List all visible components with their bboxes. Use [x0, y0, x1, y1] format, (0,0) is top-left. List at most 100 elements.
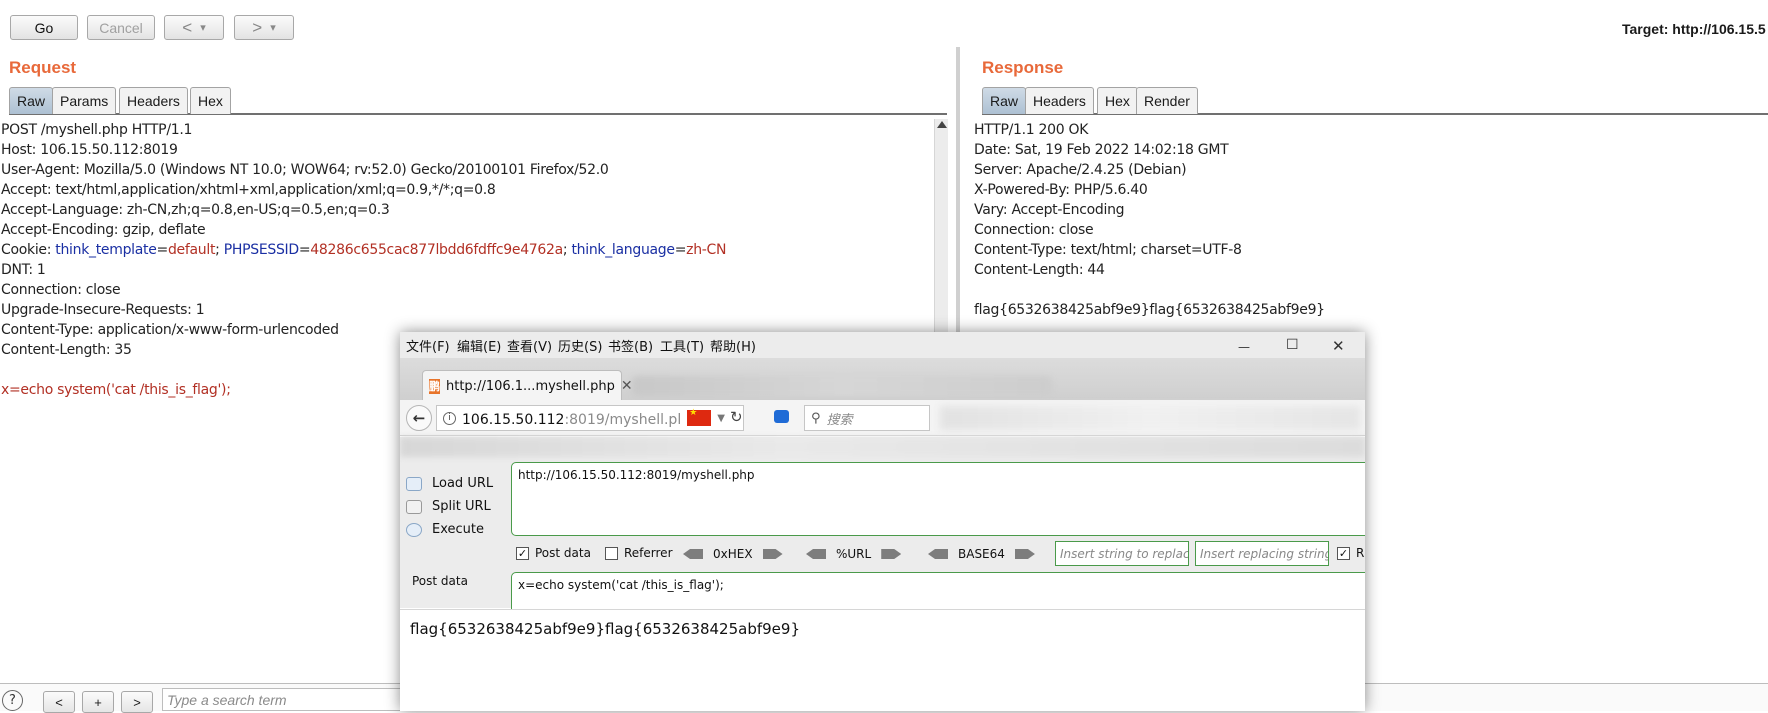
request-line: POST /myshell.php HTTP/1.1 [1, 122, 193, 138]
tab-title: http://106.1...myshell.php [446, 378, 615, 394]
execute-button[interactable]: Execute [406, 522, 484, 537]
response-tab-hex[interactable]: Hex [1097, 87, 1138, 114]
load-url-button[interactable]: Load URL [406, 476, 493, 491]
cookie-eq: = [156, 242, 169, 258]
url-textarea[interactable]: http://106.15.50.112:8019/myshell.php [511, 462, 1365, 536]
cookie-prefix: Cookie: [1, 242, 56, 258]
replace-all-check-box[interactable]: ✓ [1337, 546, 1350, 560]
tab-close-icon[interactable]: ✕ [621, 378, 633, 394]
load-url-icon [406, 476, 422, 491]
cookie-eq: = [298, 242, 311, 258]
search-prev-button[interactable]: < [43, 691, 75, 713]
reload-icon[interactable]: ↻ [730, 408, 743, 426]
scroll-up-icon[interactable] [937, 121, 947, 128]
response-line: Vary: Accept-Encoding [974, 202, 1125, 218]
replace-all-checkbox-label: R [1356, 546, 1365, 560]
menu-file[interactable]: 文件(F) [406, 336, 450, 355]
split-url-button[interactable]: Split URL [406, 499, 491, 514]
dropdown-arrow-icon: ▾ [270, 22, 276, 34]
menu-history[interactable]: 历史(S) [558, 336, 602, 355]
post-data-checkbox[interactable]: ✓ Post data [516, 546, 591, 560]
cancel-button[interactable]: Cancel [87, 15, 155, 40]
replacing-string-input[interactable]: Insert replacing string [1195, 541, 1329, 566]
search-icon: ⚲ [811, 410, 821, 426]
menu-edit[interactable]: 编辑(E) [457, 336, 501, 355]
replace-string-input[interactable]: Insert string to replace [1055, 541, 1189, 566]
post-data-label: Post data [412, 574, 468, 588]
request-line: Accept-Encoding: gzip, deflate [1, 222, 206, 238]
request-line: Content-Length: 35 [1, 342, 132, 358]
decode-arrow-icon[interactable] [683, 549, 703, 559]
search-next-button[interactable]: > [121, 691, 153, 713]
request-line: Connection: close [1, 282, 121, 298]
chevron-right-icon: > [252, 17, 263, 37]
menu-view[interactable]: 查看(V) [507, 336, 552, 355]
request-line: Accept-Language: zh-CN,zh;q=0.8,en-US;q=… [1, 202, 390, 218]
execute-label: Execute [432, 522, 484, 537]
back-arrow-icon[interactable]: ← [406, 405, 432, 431]
search-placeholder: 搜索 [826, 412, 853, 428]
search-input[interactable]: Type a search term [162, 688, 412, 711]
url-bar[interactable]: i 106.15.50.112:8019/myshell.pl ▼ [436, 405, 744, 431]
request-tab-raw[interactable]: Raw [9, 87, 54, 114]
firefox-tab[interactable]: 鹏 http://106.1...myshell.php ✕ [422, 370, 633, 401]
close-icon[interactable]: ✕ [1332, 337, 1345, 355]
referrer-checkbox-label: Referrer [624, 546, 673, 560]
menu-tools[interactable]: 工具(T) [660, 336, 704, 355]
forward-history-button[interactable]: > ▾ [234, 15, 294, 40]
dropdown-arrow-icon[interactable]: ▼ [717, 413, 725, 424]
split-url-icon [406, 499, 422, 514]
decode-arrow-icon[interactable] [928, 549, 948, 559]
request-tab-headers[interactable]: Headers [119, 87, 188, 114]
go-button[interactable]: Go [10, 15, 78, 40]
encode-arrow-icon[interactable] [1014, 549, 1035, 559]
encode-arrow-icon[interactable] [881, 549, 902, 559]
request-title: Request [9, 58, 77, 77]
response-line: Connection: close [974, 222, 1094, 238]
menu-help[interactable]: 帮助(H) [710, 336, 756, 355]
info-icon[interactable]: i [443, 411, 456, 425]
post-data-check-box[interactable]: ✓ [516, 546, 529, 560]
response-title: Response [982, 58, 1064, 77]
menu-bookmarks[interactable]: 书签(B) [608, 336, 653, 355]
referrer-check-box[interactable] [605, 546, 618, 560]
hex-codec[interactable]: 0xHEX [683, 547, 783, 561]
blurred-tabs [632, 376, 1052, 396]
response-body: flag{6532638425abf9e9}flag{6532638425abf… [974, 302, 1325, 318]
cookie-value: zh-CN [686, 242, 727, 258]
help-icon[interactable]: ? [2, 690, 23, 711]
cookie-sep: ; [215, 242, 224, 258]
target-label[interactable]: Target: http://106.15.5 [1622, 21, 1766, 37]
decode-arrow-icon[interactable] [806, 549, 826, 559]
response-tab-raw[interactable]: Raw [982, 87, 1027, 114]
request-tab-hex[interactable]: Hex [190, 87, 231, 114]
response-tab-headers[interactable]: Headers [1025, 87, 1094, 114]
request-tabbar: Raw Params Headers Hex [9, 87, 947, 115]
referrer-checkbox[interactable]: Referrer [605, 546, 673, 560]
blurred-toolbar [940, 406, 1360, 430]
response-line: Date: Sat, 19 Feb 2022 14:02:18 GMT [974, 142, 1229, 158]
request-line: Content-Type: application/x-www-form-url… [1, 322, 339, 338]
load-url-label: Load URL [432, 476, 494, 491]
url-codec[interactable]: %URL [806, 547, 902, 561]
request-tab-params[interactable]: Params [52, 87, 117, 114]
response-line: X-Powered-By: PHP/5.6.40 [974, 182, 1148, 198]
browser-search-input[interactable]: ⚲ 搜索 [804, 405, 930, 431]
base64-codec[interactable]: BASE64 [928, 547, 1035, 561]
url-codec-label: %URL [836, 547, 872, 561]
replace-all-checkbox[interactable]: ✓ R [1337, 546, 1364, 560]
minimize-icon[interactable]: — [1238, 340, 1250, 354]
base64-codec-label: BASE64 [958, 547, 1005, 561]
back-history-button[interactable]: < ▾ [164, 15, 224, 40]
maximize-icon[interactable]: ☐ [1286, 337, 1299, 353]
cookie-key: think_template [55, 242, 157, 258]
response-tabbar: Raw Headers Hex Render [982, 87, 1768, 115]
request-line: Accept: text/html,application/xhtml+xml,… [1, 182, 496, 198]
extension-icon[interactable] [774, 410, 789, 423]
cookie-key: PHPSESSID [223, 242, 299, 258]
response-tab-render[interactable]: Render [1136, 87, 1198, 114]
execute-play-icon [406, 522, 422, 537]
encode-arrow-icon[interactable] [762, 549, 783, 559]
hex-codec-label: 0xHEX [713, 547, 753, 561]
search-add-button[interactable]: + [82, 691, 114, 713]
